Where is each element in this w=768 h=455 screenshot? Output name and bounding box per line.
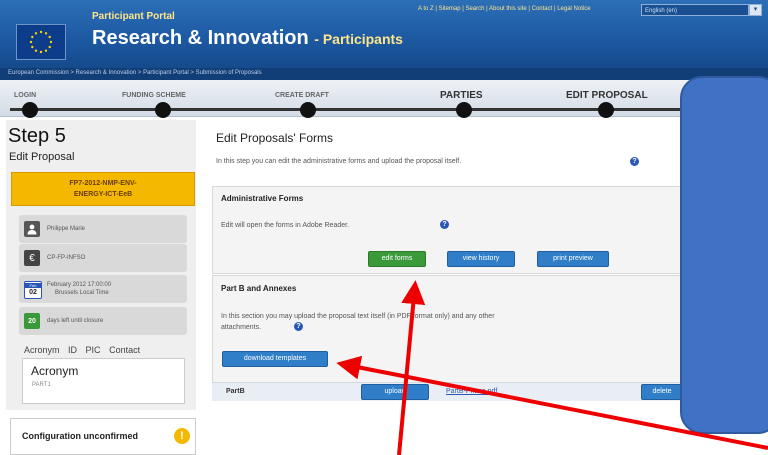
step-dot-parties [456, 102, 472, 118]
language-select[interactable]: English (en) [641, 4, 749, 16]
delete-button[interactable]: delete [641, 384, 683, 400]
upload-button[interactable]: upload [361, 384, 429, 400]
calendar-icon: Feb 02 [24, 281, 42, 299]
user-name: Philippe Marie [47, 226, 86, 232]
steps-bar [0, 80, 768, 117]
step-dot-funding [155, 102, 171, 118]
user-row: Philippe Marie [19, 215, 187, 243]
partb-desc-line1: In this section you may upload the propo… [221, 313, 495, 320]
deadline-row: Feb 02 February 2012 17:00:00 Brussels L… [19, 275, 187, 303]
tab-acronym[interactable]: Acronym [24, 345, 60, 355]
eu-flag-logo [16, 24, 66, 60]
configuration-status: Configuration unconfirmed [22, 431, 138, 441]
proposal-call-id-line1: FP7-2012-NMP-ENV- [69, 180, 137, 187]
acronym-value: Acronym [31, 364, 79, 378]
admin-forms-title: Administrative Forms [221, 194, 304, 203]
proposal-call-id: FP7-2012-NMP-ENV- ENERGY-ICT-EeB [11, 172, 195, 206]
deadline-datetime: February 2012 17:00:00 [47, 282, 112, 288]
blue-overlay-panel [680, 76, 768, 434]
portal-title-main: Research & Innovation [92, 27, 309, 49]
portal-title: Research & Innovation - Participants [92, 27, 403, 50]
tab-pic[interactable]: PIC [86, 345, 101, 355]
tab-contact[interactable]: Contact [109, 345, 140, 355]
admin-forms-desc: Edit will open the forms in Adobe Reader… [221, 222, 350, 229]
step-funding-scheme[interactable]: FUNDING SCHEME [122, 92, 186, 99]
print-preview-button[interactable]: print preview [537, 251, 609, 267]
proposal-call-id-line2: ENERGY-ICT-EeB [73, 191, 133, 198]
days-left-text: days left until closure [47, 318, 104, 324]
acronym-code: PART1 [32, 382, 51, 388]
step-dot-edit [598, 102, 614, 118]
page-intro: In this step you can edit the administra… [216, 158, 462, 165]
step-dot-draft [300, 102, 316, 118]
calendar-day: 02 [29, 288, 37, 296]
top-links[interactable]: A to Z | Sitemap | Search | About this s… [418, 6, 591, 12]
edit-forms-button[interactable]: edit forms [368, 251, 426, 267]
step-dot-login [22, 102, 38, 118]
call-code: CP-FP-INFSO [47, 255, 86, 261]
days-left-count: 20 [24, 313, 40, 329]
euro-icon: € [24, 250, 40, 266]
user-icon [24, 221, 40, 237]
partb-file-link[interactable]: PartB-Phase.pdf [446, 388, 497, 395]
step-login[interactable]: LOGIN [14, 92, 36, 99]
breadcrumb[interactable]: European Commission > Research & Innovat… [8, 70, 262, 76]
partb-file-label: PartB [226, 388, 245, 395]
partb-help-icon[interactable]: ? [294, 322, 303, 331]
portal-small-title: Participant Portal [92, 11, 175, 22]
admin-help-icon[interactable]: ? [440, 220, 449, 229]
portal-title-sub: - Participants [314, 31, 403, 47]
view-history-button[interactable]: view history [447, 251, 515, 267]
deadline-text: February 2012 17:00:00 Brussels Local Ti… [47, 281, 111, 297]
help-icon[interactable]: ? [630, 157, 639, 166]
step-create-draft[interactable]: CREATE DRAFT [275, 92, 329, 99]
partb-desc-line2: attachments. [221, 324, 262, 331]
language-dropdown-icon[interactable]: ▾ [749, 4, 762, 16]
deadline-timezone: Brussels Local Time [55, 290, 109, 296]
warning-icon[interactable]: ! [174, 428, 190, 444]
tab-id[interactable]: ID [68, 345, 77, 355]
call-code-row: € CP-FP-INFSO [19, 244, 187, 272]
step-parties[interactable]: PARTIES [440, 90, 483, 101]
sidebar-tabs: Acronym ID PIC Contact [24, 345, 184, 357]
step-edit-proposal[interactable]: EDIT PROPOSAL [566, 90, 648, 101]
step-subtitle: Edit Proposal [9, 151, 75, 163]
partb-title: Part B and Annexes [221, 284, 297, 293]
download-templates-button[interactable]: download templates [222, 351, 328, 367]
step-title: Step 5 [8, 125, 66, 147]
page-title: Edit Proposals' Forms [216, 131, 333, 145]
days-left-row: 20 days left until closure [19, 307, 187, 335]
